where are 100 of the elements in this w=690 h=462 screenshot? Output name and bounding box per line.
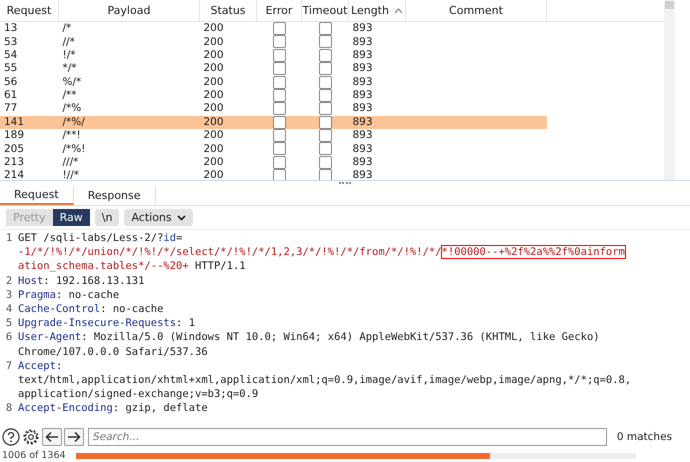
code-text: Upgrade-Insecure-Requests	[18, 317, 176, 330]
line-number: 8	[4, 401, 14, 416]
table-cell-text: 893	[352, 156, 374, 170]
table-cell: 200	[200, 129, 256, 142]
table-cell-text: 205	[3, 142, 26, 156]
settings-icon[interactable]	[22, 428, 40, 446]
column-header[interactable]: Request	[0, 0, 58, 22]
table-cell-text: 893	[352, 62, 374, 76]
result-row[interactable]: 213 ///* 200 893	[0, 156, 664, 170]
code-text: Pragma	[18, 288, 56, 301]
result-row[interactable]: 189 /**! 200 893	[0, 129, 664, 142]
code-text: : 192.168.13.131	[43, 274, 144, 287]
line-number: 6	[4, 330, 14, 346]
line-number: 1	[4, 231, 14, 246]
tab[interactable]: Response	[74, 186, 156, 205]
table-cell-text: 200	[202, 48, 225, 62]
view-mode-button[interactable]: Raw	[52, 209, 90, 226]
table-cell-text: 893	[352, 48, 374, 62]
table-cell-text: 893	[352, 102, 374, 116]
code-text: : Mozilla/5.0 (Windows NT 10.0; Win64; x64) AppleWebKit/537.36 (KHTML, like Gecko)	[81, 331, 600, 344]
code-text: Host	[18, 274, 44, 287]
table-cell-text: 77	[3, 102, 18, 116]
table-cell-text: /**	[62, 88, 78, 102]
code-text: Cache-Control	[18, 303, 100, 316]
result-row[interactable]: 214 !//* 200 893	[0, 169, 664, 180]
code-text: : 1	[176, 317, 196, 330]
actions-button[interactable]: Actions	[124, 209, 193, 226]
result-row[interactable]: 141 /*%/ 200 893	[0, 116, 664, 129]
result-row[interactable]: 56 %/* 200 893	[0, 76, 664, 89]
code-text: ation_schema.tables*/--%20+	[18, 260, 189, 272]
table-cell-text: 53	[3, 35, 18, 49]
table-cell-text: 200	[202, 156, 225, 170]
code-text: Chrome/107.0.0.0 Safari/537.36	[18, 346, 208, 358]
column-header[interactable]: Payload	[58, 0, 200, 22]
table-cell-text: 893	[352, 142, 374, 156]
code-text: HTTP/1.1	[194, 260, 246, 272]
result-row[interactable]: 13 /* 200 893	[0, 22, 664, 36]
table-cell-text: !/*	[62, 48, 76, 62]
code-text: : no-cache	[56, 288, 120, 301]
table-cell-text: 200	[202, 88, 225, 102]
table-cell-text: 213	[3, 156, 26, 170]
table-cell: /*%/	[58, 116, 200, 129]
table-cell-text: 56	[3, 76, 18, 89]
code-text: :	[56, 360, 62, 372]
table-cell-text: 200	[202, 142, 225, 156]
table-cell-text: %/*	[62, 76, 82, 89]
table-cell-text: /*%	[62, 102, 82, 116]
result-row[interactable]: 61 /** 200 893	[0, 88, 664, 102]
progress-label: 1006 of 1364	[2, 450, 66, 461]
code-text: GET /sqli-labs/Less-2/?	[18, 232, 164, 244]
column-header[interactable]: Status	[200, 0, 256, 22]
result-row[interactable]: 205 /*%! 200 893	[0, 142, 664, 156]
newline-button[interactable]: \n	[94, 209, 120, 226]
table-cell-text: 200	[202, 62, 225, 76]
table-cell-text: /*%!	[62, 142, 86, 156]
result-row[interactable]: 77 /*% 200 893	[0, 102, 664, 116]
line-number: 5	[4, 316, 14, 330]
help-icon[interactable]	[2, 428, 20, 446]
highlighted-text: *!00000--+%2f%2a%%2f%0ainform	[442, 246, 625, 258]
table-cell-text: //*	[62, 35, 76, 49]
table-cell-text: */*	[62, 62, 78, 76]
table-cell-text: 61	[3, 88, 18, 102]
code-text: : no-cache	[100, 303, 164, 316]
code-text: : gzip, deflate	[112, 402, 208, 414]
line-number: 2	[4, 274, 14, 288]
table-cell-text: 893	[352, 169, 374, 180]
table-cell: 893	[348, 22, 406, 36]
table-cell: /**!	[58, 129, 200, 142]
scrollbar[interactable]	[664, 0, 675, 180]
code-text: -1/*/!%!/*/union/*/!%!/*/select/*/!%!/*/1,2,3/*/!%!/*/from/*/!%!/*/	[18, 246, 442, 258]
table-cell: 200	[200, 22, 256, 36]
code-text: =	[176, 232, 182, 244]
column-header[interactable]: Error	[256, 0, 302, 22]
table-cell-text: 200	[202, 35, 225, 49]
table-cell-text: 214	[3, 169, 26, 180]
table-cell: 13	[0, 22, 58, 36]
line-number: 7	[4, 358, 14, 374]
line-number: 3	[4, 288, 14, 302]
table-cell-text: 893	[352, 88, 374, 102]
table-cell: 200	[200, 116, 256, 129]
code-text: Accept	[18, 360, 56, 372]
table-cell: /*	[58, 22, 200, 36]
table-cell-text: ///*	[62, 156, 80, 170]
code-text: application/signed-exchange;v=b3;q=0.9	[18, 388, 258, 400]
table-cell-text: !//*	[62, 169, 80, 180]
result-row[interactable]: 55 */* 200 893	[0, 62, 664, 76]
code-text: id	[163, 232, 176, 244]
column-header[interactable]: Timeout	[302, 0, 348, 22]
table-cell: 893	[348, 116, 406, 129]
column-header[interactable]: Comment	[406, 0, 546, 22]
tab[interactable]: Request	[0, 186, 74, 205]
search-field[interactable]: Search...	[88, 428, 607, 446]
result-row[interactable]: 54 !/* 200 893	[0, 48, 664, 62]
splitter-grip-icon[interactable]	[339, 182, 351, 186]
code-text: Accept-Encoding	[18, 402, 113, 414]
table-cell-text: 54	[3, 48, 18, 62]
table-cell-text: 55	[3, 62, 18, 76]
column-header[interactable]: Length	[348, 0, 406, 22]
result-row[interactable]: 53 //* 200 893	[0, 35, 664, 49]
table-cell-text: 893	[352, 35, 374, 49]
